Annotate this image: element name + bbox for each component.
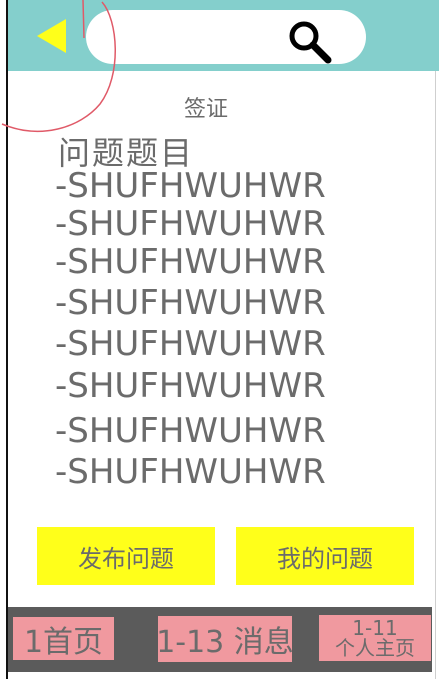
triangle-left-icon <box>37 19 66 53</box>
tab-messages[interactable]: 1-13 消息 <box>156 616 294 662</box>
search-button[interactable] <box>286 18 334 66</box>
tab-home[interactable]: 1首页 <box>13 617 114 660</box>
search-bar <box>86 10 366 64</box>
page-subtitle: 签证 <box>183 97 228 122</box>
question-item[interactable]: -SHUFHWUHWR <box>55 411 326 451</box>
back-button[interactable] <box>36 18 72 54</box>
question-item[interactable]: -SHUFHWUHWR <box>55 166 326 206</box>
my-questions-button[interactable]: 我的问题 <box>236 527 414 585</box>
top-bar <box>8 0 439 71</box>
right-frame-line <box>435 0 436 679</box>
profile-count-badge: 1-11 <box>352 616 398 640</box>
publish-question-button[interactable]: 发布问题 <box>37 527 215 585</box>
question-item[interactable]: -SHUFHWUHWR <box>55 324 326 364</box>
search-input[interactable] <box>106 22 290 54</box>
question-item[interactable]: -SHUFHWUHWR <box>55 283 326 323</box>
bottom-nav-divider <box>8 672 432 679</box>
question-item[interactable]: -SHUFHWUHWR <box>55 242 326 282</box>
question-item[interactable]: -SHUFHWUHWR <box>55 452 326 492</box>
profile-tab-label: 个人主页 <box>335 636 415 660</box>
magnifier-icon <box>289 21 332 64</box>
tab-profile[interactable]: 1-11 个人主页 <box>319 615 431 661</box>
question-item[interactable]: -SHUFHWUHWR <box>55 366 326 406</box>
question-item[interactable]: -SHUFHWUHWR <box>55 204 326 244</box>
